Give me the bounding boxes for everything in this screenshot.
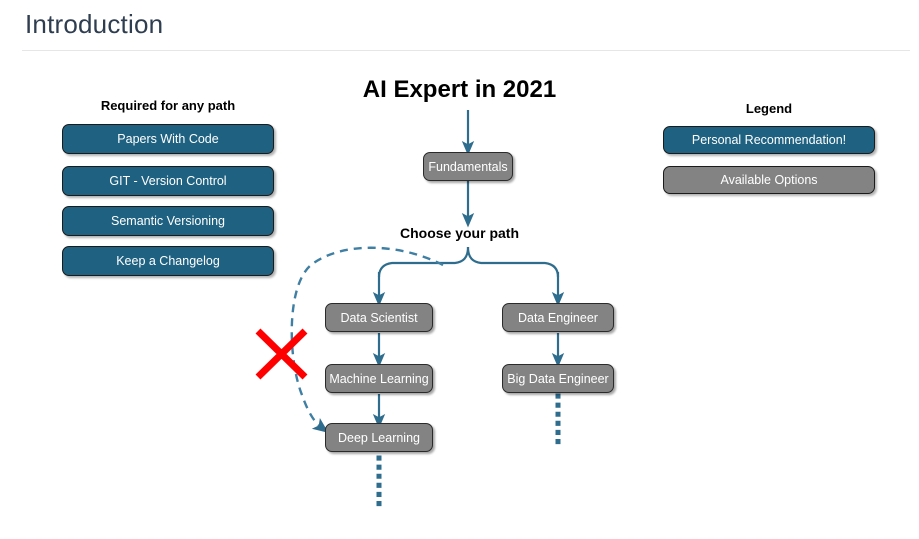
chart-title: AI Expert in 2021	[362, 76, 557, 103]
node-deep-learning[interactable]: Deep Learning	[325, 423, 433, 452]
connector-split-right	[466, 246, 560, 278]
node-data-scientist[interactable]: Data Scientist	[325, 303, 433, 332]
red-x-stroke-2	[255, 328, 308, 380]
required-item-papers-with-code[interactable]: Papers With Code	[62, 124, 274, 154]
page-header: Introduction	[0, 0, 919, 51]
red-x-stroke-1	[255, 328, 308, 380]
connector-split-left	[377, 246, 470, 278]
legend-item-available-options: Available Options	[663, 166, 875, 194]
header-divider	[22, 50, 910, 51]
node-fundamentals[interactable]: Fundamentals	[423, 152, 513, 181]
page-title: Introduction	[25, 9, 164, 39]
legend-item-personal-recommendation: Personal Recommendation!	[663, 126, 875, 154]
required-item-keep-a-changelog[interactable]: Keep a Changelog	[62, 246, 274, 276]
node-big-data-engineer[interactable]: Big Data Engineer	[502, 364, 614, 393]
choose-your-path-label: Choose your path	[399, 225, 519, 241]
connector-shortcut-dashed	[290, 246, 444, 433]
required-item-git-version-control[interactable]: GIT - Version Control	[62, 166, 274, 196]
node-machine-learning[interactable]: Machine Learning	[325, 364, 433, 393]
node-data-engineer[interactable]: Data Engineer	[502, 303, 614, 332]
